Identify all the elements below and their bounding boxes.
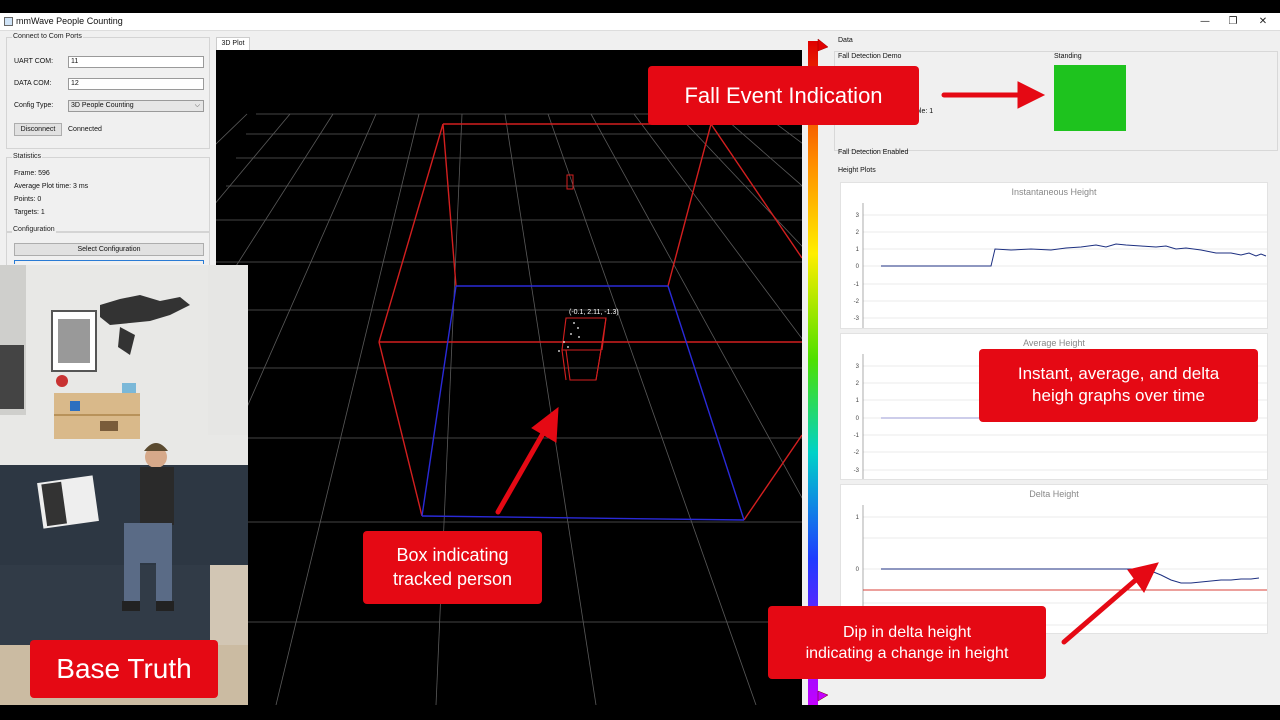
y-tick: -2: [854, 450, 860, 456]
graphs-callout-line2: heigh graphs over time: [1032, 386, 1205, 405]
uart-input[interactable]: 11: [68, 56, 204, 68]
y-tick: 1: [856, 398, 860, 404]
y-tick: 3: [856, 364, 860, 370]
y-tick: 0: [856, 264, 860, 270]
point-cloud: [558, 322, 580, 352]
graphs-callout: Instant, average, and delta heigh graphs…: [979, 349, 1258, 422]
config-type-label: Config Type:: [14, 102, 54, 109]
chevron-down-icon: ⌵: [194, 102, 200, 109]
y-tick: 0: [856, 416, 860, 422]
tracked-person-box: [561, 317, 607, 381]
base-truth-callout: Base Truth: [30, 640, 218, 698]
minimize-button[interactable]: —: [1190, 14, 1220, 29]
status-indicator-svg: [1054, 65, 1126, 131]
colorbar-bottom-handle[interactable]: [817, 690, 829, 702]
boundary-box: [378, 123, 802, 521]
y-tick: -3: [854, 468, 860, 474]
y-tick: 2: [856, 381, 860, 387]
status-label: Standing: [1054, 53, 1082, 60]
config-type-select[interactable]: 3D People Counting ⌵: [68, 100, 204, 112]
webcam-image: [0, 265, 248, 705]
data-group-title: Data: [838, 37, 853, 44]
delta-dip-callout-line1: Dip in delta height: [842, 624, 972, 641]
tracked-person-callout-line2: tracked person: [392, 569, 513, 589]
fall-demo-label: Fall Detection Demo: [838, 53, 902, 60]
delta-height-series: [881, 568, 1260, 584]
graphs-callout-line1: Instant, average, and delta: [1017, 364, 1220, 383]
targets-count: Targets: 1: [14, 209, 45, 216]
config-type-value: 3D People Counting: [71, 102, 134, 109]
frame-count: Frame: 596: [14, 170, 50, 177]
ground-grid: [216, 113, 802, 705]
y-tick: -1: [854, 433, 860, 439]
tracked-person-callout-line1: Box indicating: [396, 545, 509, 565]
3d-plot-canvas[interactable]: (-0.1, 2.11, -1.3): [216, 50, 802, 705]
maximize-button[interactable]: ❐: [1218, 14, 1248, 29]
webcam-feed: Base Truth: [0, 265, 248, 705]
plot-time: Average Plot time: 3 ms: [14, 183, 89, 190]
plot-pane: 3D Plot (-0.1, 2.11, -1.3): [214, 37, 804, 705]
connect-group-title: Connect to Com Ports: [12, 33, 83, 40]
fall-status-indicator: [1054, 65, 1126, 131]
floor-boundary: [421, 285, 745, 521]
y-tick: 1: [856, 515, 860, 521]
statistics-group-title: Statistics: [12, 153, 43, 160]
y-tick: 1: [856, 247, 860, 253]
window-title: mmWave People Counting: [16, 16, 123, 26]
colorbar-top-handle[interactable]: [817, 38, 829, 52]
instant-chart-svg: 3 2 1 0 -1 -2 -3: [854, 203, 1267, 328]
close-button[interactable]: ✕: [1248, 14, 1278, 29]
configuration-group-title: Configuration: [12, 226, 56, 233]
delta-dip-callout-line2: indicating a change in height: [805, 645, 1009, 662]
app-icon: [4, 17, 13, 26]
y-tick: -2: [854, 299, 860, 305]
screenshot-frame: mmWave People Counting — ❐ ✕ Connect to …: [0, 0, 1280, 720]
instant-height-chart[interactable]: Instantaneous Height 3 2 1 0 -1 -2 -3: [840, 182, 1268, 329]
y-tick: 0: [856, 567, 860, 573]
target-coordinates: (-0.1, 2.11, -1.3): [569, 309, 619, 316]
instant-height-series: [881, 243, 1267, 267]
next-button-edge: [14, 260, 204, 264]
disconnect-button[interactable]: Disconnect: [14, 123, 62, 136]
height-plots-label: Height Plots: [838, 167, 876, 174]
tab-3d-plot[interactable]: 3D Plot: [216, 37, 250, 50]
y-tick: 3: [856, 213, 860, 219]
title-bar: mmWave People Counting — ❐ ✕: [0, 13, 1280, 31]
delta-dip-callout: Dip in delta height indicating a change …: [768, 606, 1046, 679]
data-com-input[interactable]: 12: [68, 78, 204, 90]
points-count: Points: 0: [14, 196, 42, 203]
y-tick: 2: [856, 230, 860, 236]
select-configuration-button[interactable]: Select Configuration: [14, 243, 204, 256]
tracked-person-callout: Box indicating tracked person: [363, 531, 542, 604]
3d-plot-svg: (-0.1, 2.11, -1.3): [216, 113, 802, 705]
connection-status: Connected: [68, 126, 102, 133]
colorbar-svg: [808, 38, 829, 705]
fall-enabled-label: Fall Detection Enabled: [838, 149, 909, 156]
y-tick: -3: [854, 316, 860, 322]
fall-event-callout: Fall Event Indication: [648, 66, 919, 125]
height-colorbar[interactable]: [806, 37, 832, 705]
data-com-label: DATA COM:: [14, 80, 52, 87]
uart-label: UART COM:: [14, 58, 54, 65]
statistics-group: [6, 157, 210, 233]
y-tick: -1: [854, 282, 860, 288]
